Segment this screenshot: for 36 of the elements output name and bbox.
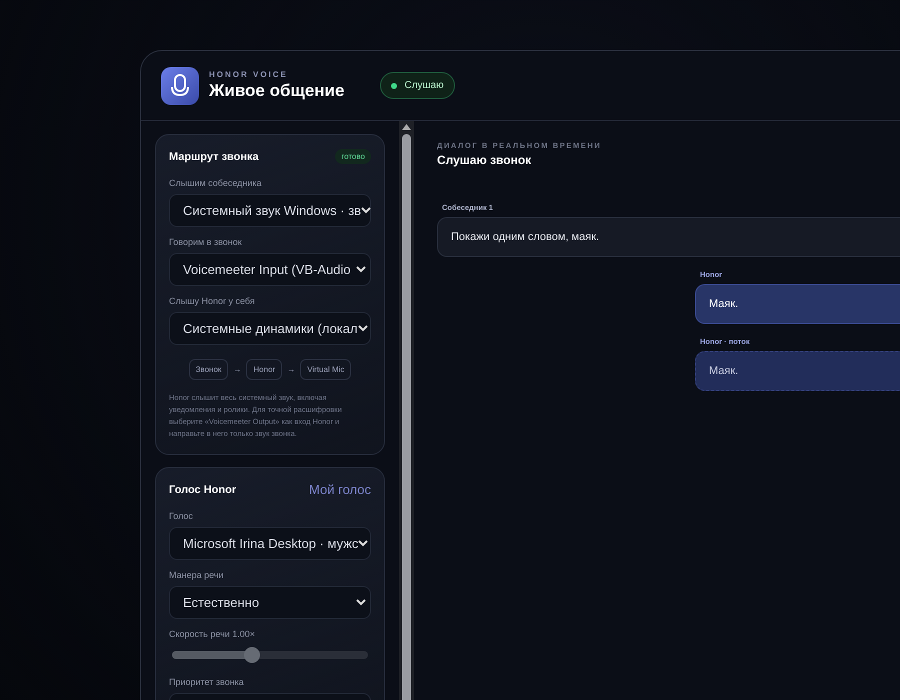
device-select[interactable]: Системный звук Windows · зв [169,194,371,227]
field-label: Говорим в звонок [169,237,243,247]
card-title: Маршрут звонка [169,150,259,162]
chevron-icon [358,540,368,547]
microphone-icon [161,66,199,104]
message-bubble: Покажи одним словом, маяк. [437,217,900,257]
chevron-icon [358,325,368,332]
status-pill: Слушаю [380,72,455,99]
field-label: Приоритет звонка [169,677,245,687]
field-label: Голос [169,511,194,521]
card-title: Голос Honor [169,484,236,496]
route-step: Honor [246,359,282,380]
field-label: Слышу Honor у себя [169,296,256,306]
field-label: Скорость речи 1.00× [169,629,256,639]
route-step: Звонок [188,359,228,380]
device-select[interactable]: Voicemeeter Input (VB-Audio [169,253,371,286]
scroll-up-icon[interactable] [402,124,411,130]
device-select[interactable]: Системные динамики (локал [169,312,371,345]
field-label: Манера речи [169,570,225,580]
route-step: Virtual Mic [300,359,352,380]
brand-label: HONOR VOICE [209,70,289,79]
chevron-icon [356,599,366,606]
voice-select[interactable]: Microsoft Irina Desktop · мужс [169,527,371,560]
scrollbar[interactable] [399,121,414,700]
chevron-icon [356,266,366,273]
arrow-glyph: → [233,365,242,374]
arrow-glyph: → [287,365,296,374]
section-title: Слушаю звонок [437,153,532,167]
app-title: Живое общение [209,81,344,101]
field-label: Слышим собеседника [169,178,263,188]
ready-badge: готово [335,149,371,164]
my-voice-link[interactable]: Мой голос [309,482,371,497]
voice-select[interactable]: Естественно [169,586,371,619]
message-bubble: Маяк. [695,351,900,391]
chevron-icon [361,207,372,214]
message-bubble: Маяк. [695,284,900,324]
